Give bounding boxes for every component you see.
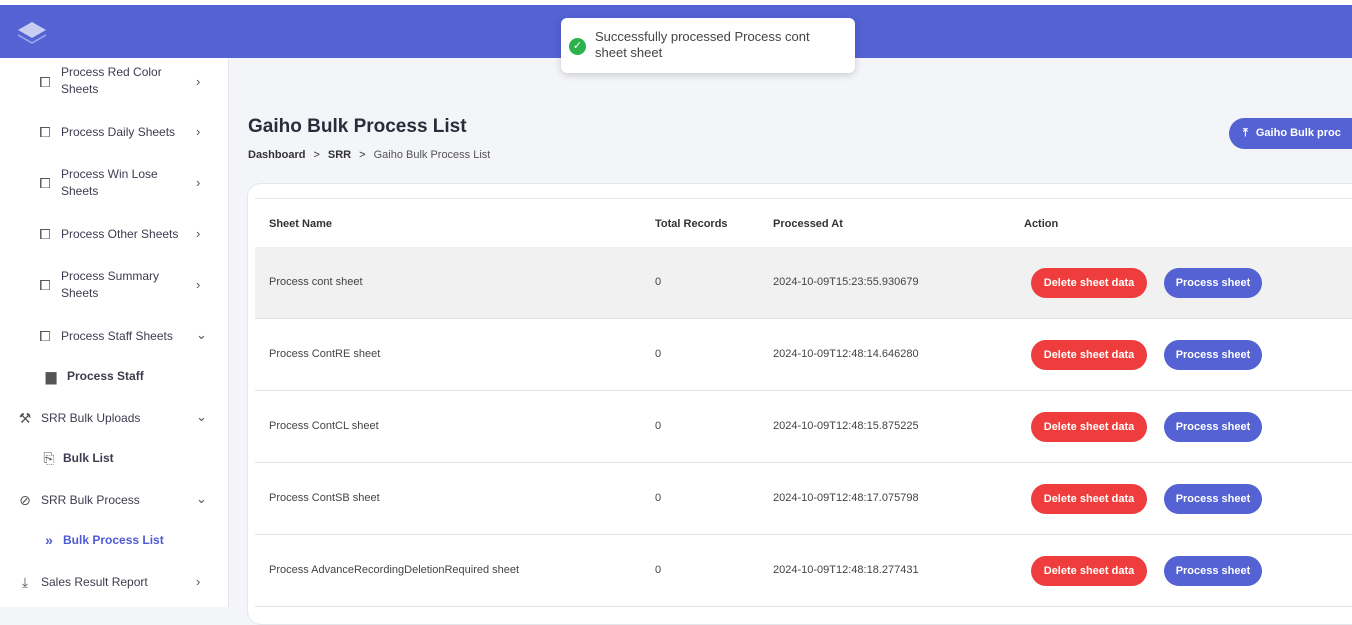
chevron-right-icon: › [196, 226, 201, 241]
sidebar-item-label: Process Other Sheets [61, 227, 179, 241]
sidebar-item-label: Bulk List [63, 451, 114, 465]
chevron-right-icon: › [196, 74, 201, 89]
table-header: Sheet Name Total Records Processed At Ac… [255, 198, 1352, 248]
sidebar-item-label: Process Win Lose Sheets [61, 167, 158, 198]
sidebar-item-process-other-sheets[interactable]: ⧠ Process Other Sheets › [0, 220, 228, 248]
gavel-icon: ⚒ [18, 410, 32, 426]
chevron-right-icon: > [313, 149, 320, 161]
toast-message: Successfully processed Process cont shee… [595, 29, 810, 60]
sheet-icon: ⧠ [39, 74, 51, 90]
chevron-right-icon: › [196, 277, 201, 292]
sheet-name-cell: Process ContRE sheet [269, 348, 381, 360]
process-sheet-button[interactable]: Process sheet [1164, 412, 1262, 442]
sidebar-item-bulk-list[interactable]: ⎘ Bulk List [0, 446, 228, 470]
chevron-down-icon: ⌄ [196, 327, 207, 342]
delete-sheet-data-button[interactable]: Delete sheet data [1031, 268, 1147, 298]
sidebar-item-process-staff-sheets[interactable]: ⧠ Process Staff Sheets ⌄ [0, 322, 228, 350]
sidebar-item-label: Sales Result Report [41, 575, 148, 589]
total-records-cell: 0 [655, 492, 662, 504]
chevron-right-icon: › [196, 124, 201, 139]
sheet-icon: ⧠ [39, 226, 51, 242]
delete-sheet-data-button[interactable]: Delete sheet data [1031, 484, 1147, 514]
sidebar-item-label: Bulk Process List [63, 533, 164, 547]
sidebar-item-label: Process Daily Sheets [61, 125, 176, 139]
sidebar-item-process-daily-sheets[interactable]: ⧠ Process Daily Sheets › [0, 118, 228, 146]
success-toast: ✓ Successfully processed Process cont sh… [561, 18, 855, 73]
check-circle-icon: ✓ [569, 38, 586, 55]
processed-at-cell: 2024-10-09T15:23:55.930679 [773, 276, 919, 288]
sheet-icon: ⧠ [39, 277, 51, 293]
file-icon: ▆ [45, 368, 57, 384]
breadcrumb-current: Gaiho Bulk Process List [373, 149, 491, 161]
double-chevron-icon: » [45, 532, 53, 548]
sheet-name-cell: Process AdvanceRecordingDeletionRequired… [269, 564, 520, 576]
gaiho-bulk-process-button[interactable]: ⤒ Gaiho Bulk proc [1229, 118, 1352, 149]
sheet-name-cell: Process cont sheet [269, 276, 363, 288]
breadcrumb-dashboard[interactable]: Dashboard [248, 149, 305, 161]
processed-at-cell: 2024-10-09T12:48:17.075798 [773, 492, 919, 504]
total-records-cell: 0 [655, 348, 662, 360]
chevron-down-icon: ⌄ [196, 491, 207, 506]
sidebar-item-label: SRR Bulk Uploads [41, 411, 141, 425]
upload-file-icon: ⎘ [43, 450, 55, 466]
upload-icon: ⤒ [1243, 127, 1248, 139]
delete-sheet-data-button[interactable]: Delete sheet data [1031, 556, 1147, 586]
table-row: Process ContSB sheet 0 2024-10-09T12:48:… [255, 463, 1352, 535]
processed-at-cell: 2024-10-09T12:48:18.277431 [773, 564, 919, 576]
sidebar-item-label: Process Staff [67, 369, 144, 383]
table-row: Process ContRE sheet 0 2024-10-09T12:48:… [255, 319, 1352, 391]
chevron-right-icon: › [196, 175, 201, 190]
delete-sheet-data-button[interactable]: Delete sheet data [1031, 412, 1147, 442]
column-header-sheet-name: Sheet Name [269, 218, 332, 230]
sidebar-item-process-win-lose-sheets[interactable]: ⧠ Process Win Lose Sheets › [0, 162, 228, 202]
sidebar-item-label: Process Staff Sheets [61, 329, 173, 343]
sidebar: ⧠ Process Red Color Sheets › ⧠ Process D… [0, 58, 229, 607]
column-header-action: Action [1024, 218, 1059, 230]
sheet-icon: ⧠ [39, 175, 51, 191]
table-row: Process AdvanceRecordingDeletionRequired… [255, 535, 1352, 607]
page-title: Gaiho Bulk Process List [248, 116, 467, 137]
sheet-name-cell: Process ContSB sheet [269, 492, 380, 504]
sidebar-item-process-red-color-sheets[interactable]: ⧠ Process Red Color Sheets › [0, 58, 228, 105]
column-header-total-records: Total Records [655, 218, 728, 230]
table-row: Process ContCL sheet 0 2024-10-09T12:48:… [255, 391, 1352, 463]
sheet-icon: ⧠ [39, 124, 51, 140]
process-icon: ⊘ [19, 492, 31, 508]
sidebar-item-bulk-process-list[interactable]: » Bulk Process List [0, 528, 228, 552]
processed-at-cell: 2024-10-09T12:48:14.646280 [773, 348, 919, 360]
breadcrumb: Dashboard > SRR > Gaiho Bulk Process List [248, 149, 490, 161]
sheet-icon: ⧠ [39, 328, 51, 344]
process-sheet-button[interactable]: Process sheet [1164, 340, 1262, 370]
total-records-cell: 0 [655, 276, 662, 288]
total-records-cell: 0 [655, 420, 662, 432]
chevron-right-icon: › [196, 574, 201, 589]
process-sheet-button[interactable]: Process sheet [1164, 484, 1262, 514]
sidebar-item-label: SRR Bulk Process [41, 493, 140, 507]
sidebar-item-sales-result-report[interactable]: ⤓ Sales Result Report › [0, 568, 228, 596]
sheet-name-cell: Process ContCL sheet [269, 420, 379, 432]
layers-logo-icon[interactable] [16, 19, 48, 47]
download-icon: ⤓ [21, 574, 29, 590]
process-sheet-button[interactable]: Process sheet [1164, 268, 1262, 298]
processed-at-cell: 2024-10-09T12:48:15.875225 [773, 420, 919, 432]
sidebar-item-process-summary-sheets[interactable]: ⧠ Process Summary Sheets › [0, 264, 228, 304]
column-header-processed-at: Processed At [773, 218, 843, 230]
breadcrumb-srr[interactable]: SRR [328, 149, 351, 161]
table-row: Process cont sheet 0 2024-10-09T15:23:55… [255, 247, 1352, 319]
sidebar-item-label: Process Summary Sheets [61, 269, 160, 300]
gaiho-bulk-process-button-label: Gaiho Bulk proc [1255, 127, 1341, 139]
sidebar-item-srr-bulk-uploads[interactable]: ⚒ SRR Bulk Uploads ⌄ [0, 404, 228, 432]
delete-sheet-data-button[interactable]: Delete sheet data [1031, 340, 1147, 370]
process-sheet-button[interactable]: Process sheet [1164, 556, 1262, 586]
chevron-right-icon: > [359, 149, 366, 161]
sidebar-item-label: Process Red Color Sheets [61, 65, 162, 96]
sidebar-item-process-staff[interactable]: ▆ Process Staff [0, 364, 228, 388]
chevron-down-icon: ⌄ [196, 409, 207, 424]
total-records-cell: 0 [655, 564, 662, 576]
sidebar-item-srr-bulk-process[interactable]: ⊘ SRR Bulk Process ⌄ [0, 486, 228, 514]
